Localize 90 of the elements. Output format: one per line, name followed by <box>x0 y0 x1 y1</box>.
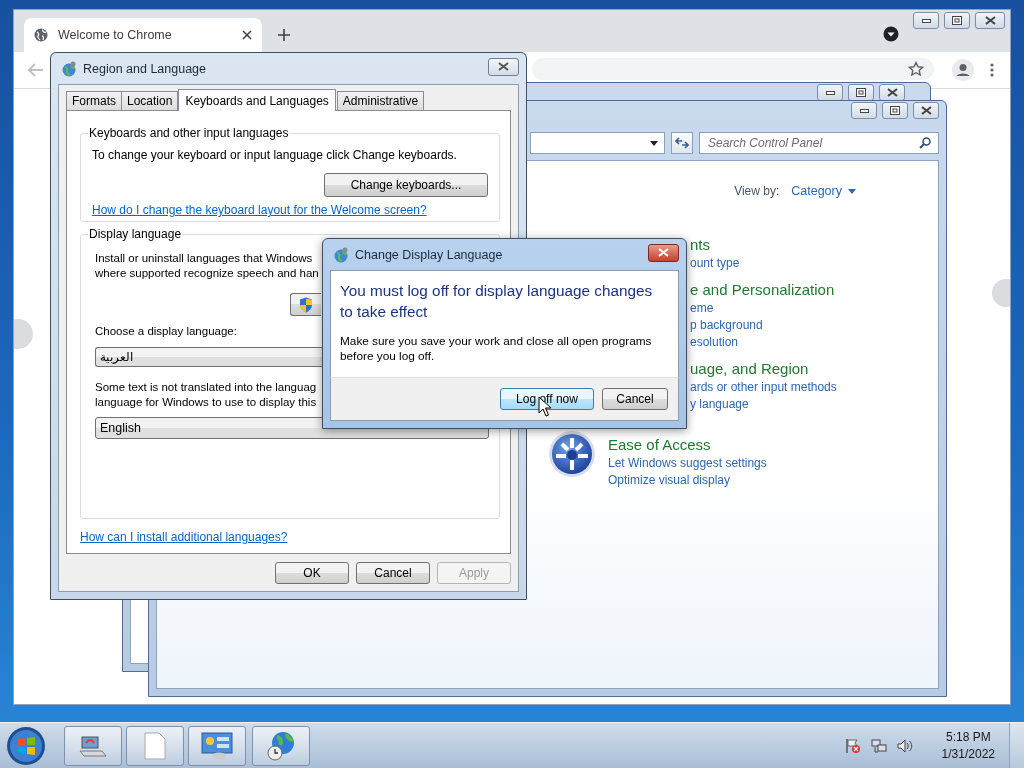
menu-icon[interactable] <box>990 63 994 77</box>
category-title[interactable]: nts <box>690 235 710 255</box>
dialog-button[interactable]: OK <box>275 562 349 584</box>
language-dropdown[interactable]: العربية <box>95 347 324 367</box>
close-icon <box>498 62 509 71</box>
maximize-icon <box>952 16 962 25</box>
start-button-icon[interactable] <box>6 725 46 766</box>
maximize-button[interactable] <box>944 12 970 29</box>
change-keyboards-button[interactable]: Change keyboards... <box>324 173 488 197</box>
clock[interactable]: 5:18 PM 1/31/2022 <box>941 728 995 763</box>
view-by-dropdown[interactable]: Category <box>791 184 856 198</box>
description-text: Install or uninstall languages that Windows <box>95 251 314 266</box>
taskbar-button[interactable] <box>252 725 310 766</box>
caret-icon <box>650 140 658 146</box>
document-icon <box>144 731 166 760</box>
flag-icon[interactable] <box>844 737 861 754</box>
tab[interactable]: Formats <box>66 91 122 110</box>
tab[interactable]: Location <box>121 91 179 110</box>
maximize-icon <box>890 106 900 115</box>
globe-icon <box>333 246 349 263</box>
description-text: where supported recognize speech and han <box>95 266 319 281</box>
tab[interactable]: Administrative <box>336 91 425 110</box>
category-link[interactable]: esolution <box>690 334 739 351</box>
category-link[interactable]: y language <box>690 396 749 413</box>
control-panel-icon <box>201 731 233 760</box>
minimize-icon <box>859 108 869 113</box>
dialog-message: Make sure you save your work and close all open programs before you log off. <box>340 334 653 364</box>
close-button[interactable] <box>913 102 939 119</box>
close-icon <box>886 88 898 97</box>
maximize-button[interactable] <box>882 102 908 119</box>
clock-date: 1/31/2022 <box>941 745 995 763</box>
speaker-icon[interactable] <box>896 737 913 754</box>
category-title[interactable]: e and Personalization <box>690 280 835 300</box>
field-label: Choose a display language: <box>95 324 237 339</box>
network-icon[interactable] <box>870 737 887 754</box>
category-link[interactable]: Optimize visual display <box>608 472 731 489</box>
globe-icon <box>34 28 48 42</box>
group-title: Keyboards and other input languages <box>88 126 290 140</box>
window-title: Change Display Language <box>355 247 504 262</box>
new-tab-icon[interactable] <box>278 29 290 41</box>
close-icon <box>658 248 669 257</box>
help-link[interactable]: How can I install additional languages? <box>80 530 500 544</box>
instruction-text: To change your keyboard or input language click Change keyboards. <box>92 148 457 162</box>
globe-clock-icon <box>265 729 297 762</box>
tab[interactable]: Keyboards and Languages <box>178 89 336 111</box>
close-button[interactable] <box>488 57 519 76</box>
minimize-icon <box>825 90 835 95</box>
taskbar-button[interactable] <box>64 725 122 766</box>
star-icon[interactable] <box>908 60 924 77</box>
address-field[interactable] <box>530 132 665 154</box>
browser-tab[interactable]: Welcome to Chrome <box>24 18 262 52</box>
refresh-icon <box>675 137 689 149</box>
close-icon <box>984 16 996 25</box>
close-button[interactable] <box>975 12 1005 29</box>
close-icon <box>920 106 932 115</box>
minimize-button[interactable] <box>851 102 877 119</box>
mouse-pointer-icon <box>538 396 551 417</box>
caret-circle-icon[interactable] <box>883 26 899 42</box>
profile-icon[interactable] <box>952 59 974 81</box>
close-icon[interactable] <box>242 30 252 40</box>
category-link[interactable]: eme <box>690 300 714 317</box>
window-title: Region and Language <box>83 61 208 76</box>
close-button[interactable] <box>648 243 679 262</box>
dialog-button[interactable]: Cancel <box>602 388 668 410</box>
description-text: Some text is not translated into the languag <box>95 380 317 395</box>
category-link[interactable]: Let Windows suggest settings <box>608 455 767 472</box>
taskbar-button[interactable] <box>126 725 184 766</box>
description-text: language for Windows to use to display this <box>95 395 317 410</box>
category-link[interactable]: ount type <box>690 255 740 272</box>
dialog-heading: You must log off for display language changes to take effect <box>340 281 654 322</box>
clock-time: 5:18 PM <box>945 728 991 746</box>
shield-icon <box>299 296 313 313</box>
category-link[interactable]: p background <box>690 317 763 334</box>
search-field[interactable]: Search Control Panel <box>699 132 939 154</box>
accessibility-icon[interactable] <box>548 430 596 478</box>
caret-icon <box>848 188 856 194</box>
group-title: Display language <box>88 227 183 241</box>
maximize-icon <box>856 88 866 97</box>
dialog-button[interactable]: Cancel <box>356 562 430 584</box>
refresh-button[interactable] <box>671 132 693 154</box>
install-languages-button[interactable] <box>290 293 321 316</box>
category-title[interactable]: Ease of Access <box>608 435 711 455</box>
globe-icon <box>61 60 77 77</box>
minimize-icon <box>921 18 931 23</box>
taskbar-button[interactable] <box>188 725 246 766</box>
view-by-label: View by: <box>734 184 780 198</box>
minimize-button[interactable] <box>913 12 939 29</box>
help-link[interactable]: How do I change the keyboard layout for the Welcome screen? <box>92 203 427 217</box>
category-title[interactable]: uage, and Region <box>690 359 809 379</box>
category-link[interactable]: ards or other input methods <box>690 379 837 396</box>
